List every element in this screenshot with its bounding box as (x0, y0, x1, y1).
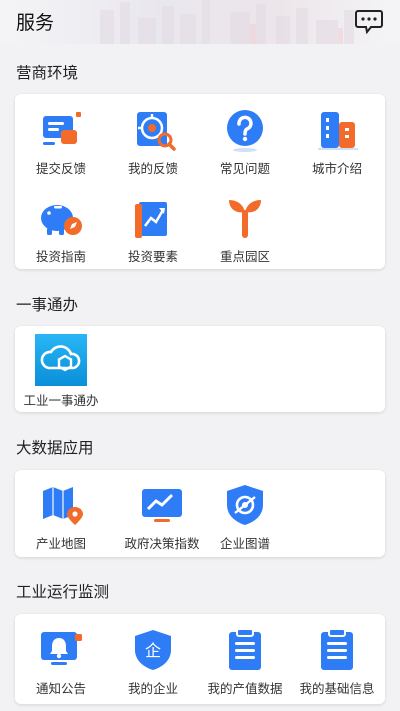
submit-feedback-item[interactable]: 提交反馈 (15, 98, 107, 180)
city-intro-item[interactable]: 城市介绍 (291, 98, 383, 180)
city-skyline-background (100, 0, 354, 44)
my-enterprise-item[interactable]: 企 我的企业 (107, 618, 199, 700)
clipboard-list-icon (229, 628, 261, 670)
notice-item[interactable]: 通知公告 (15, 618, 107, 700)
section-title-business-env: 营商环境 (16, 64, 79, 82)
big-data-card: 产业地图 政府决策指数 企业图谱 (15, 470, 385, 557)
item-label: 通知公告 (35, 681, 86, 696)
sprout-icon (229, 200, 261, 238)
item-label: 我的产值数据 (207, 681, 283, 696)
item-label: 我的企业 (127, 681, 178, 696)
my-basic-info-item[interactable]: 我的基础信息 (291, 618, 383, 700)
monitor-chart-icon (142, 489, 182, 522)
bell-icon (41, 632, 82, 665)
item-label: 投资指南 (35, 249, 86, 264)
feedback-submit-icon (43, 112, 81, 145)
key-parks-item[interactable]: 重点园区 (199, 186, 291, 268)
clipboard-info-icon (321, 628, 353, 670)
item-label: 城市介绍 (311, 161, 362, 176)
faq-item[interactable]: 常见问题 (199, 98, 291, 180)
investment-guide-item[interactable]: 投资指南 (15, 186, 107, 268)
investment-elements-item[interactable]: 投资要素 (107, 186, 199, 268)
item-label: 我的基础信息 (299, 681, 375, 696)
page-title: 服务 (16, 12, 55, 34)
book-chart-icon (135, 202, 167, 238)
question-icon (227, 110, 263, 152)
item-label: 常见问题 (219, 161, 270, 176)
my-feedback-item[interactable]: 我的反馈 (107, 98, 199, 180)
item-label: 提交反馈 (35, 161, 86, 176)
item-label: 我的反馈 (127, 161, 178, 176)
message-button[interactable] (354, 8, 384, 35)
industrial-one-stop-item[interactable]: 工业一事通办 (15, 328, 107, 410)
one-stop-card: 工业一事通办 (15, 326, 385, 412)
enterprise-shield-icon: 企 (135, 630, 171, 670)
svg-text:企: 企 (145, 641, 161, 660)
item-label: 工业一事通办 (23, 393, 99, 408)
item-label: 投资要素 (127, 249, 178, 264)
item-label: 重点园区 (219, 249, 270, 264)
industry-map-item[interactable]: 产业地图 (15, 473, 107, 555)
section-title-big-data: 大数据应用 (16, 439, 94, 457)
my-output-data-item[interactable]: 我的产值数据 (199, 618, 291, 700)
section-title-one-stop: 一事通办 (16, 296, 79, 314)
city-buildings-icon (318, 112, 358, 150)
item-label: 企业图谱 (219, 536, 270, 551)
chat-bubble-icon (355, 10, 383, 35)
piggy-bank-compass-icon (41, 205, 82, 235)
business-env-card: 提交反馈 我的反馈 常见问题 城市介绍 投资指南 投资要素 重点园区 (15, 94, 385, 269)
item-label: 产业地图 (35, 536, 86, 551)
shield-graph-icon (227, 485, 263, 525)
target-search-icon (137, 112, 176, 151)
section-title-industrial-monitoring: 工业运行监测 (16, 583, 110, 601)
map-pin-icon (43, 487, 83, 525)
industrial-monitoring-card: 通知公告 企 我的企业 我的产值数据 我的基础信息 (15, 614, 385, 704)
header-bar: 服务 (0, 0, 400, 44)
cloud-app-icon (35, 334, 87, 386)
enterprise-graph-item[interactable]: 企业图谱 (199, 473, 291, 555)
